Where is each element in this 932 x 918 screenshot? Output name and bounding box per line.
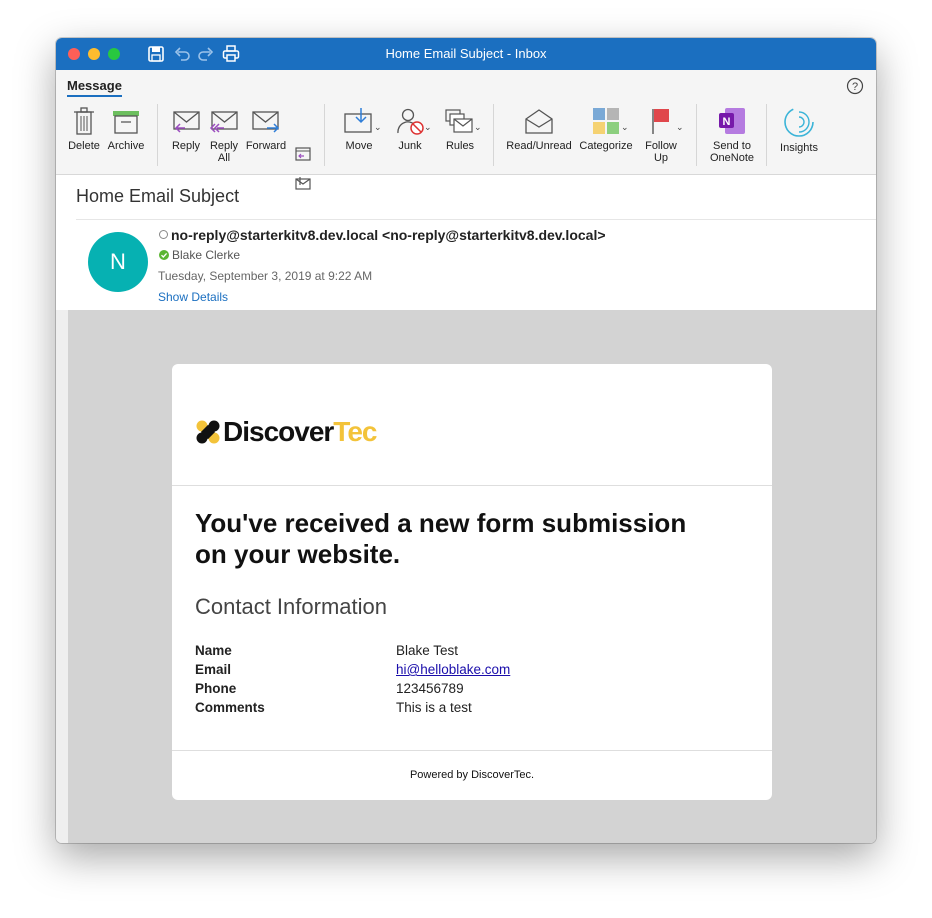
message-subject: Home Email Subject — [76, 186, 240, 206]
insights-icon — [784, 107, 814, 137]
window-title: Home Email Subject - Inbox — [385, 46, 547, 61]
junk-icon — [397, 108, 424, 135]
insights-button[interactable]: Insights — [776, 106, 822, 154]
contact-section-title: Contact Information — [195, 594, 387, 619]
archive-label: Archive — [107, 140, 145, 152]
field-label-name: Name — [195, 643, 232, 658]
field-value-email: hi@helloblake.com — [396, 662, 510, 677]
powered-by-footer: Powered by DiscoverTec. — [409, 769, 535, 781]
forward-label: Forward — [245, 140, 287, 152]
body-left-edge — [56, 310, 68, 843]
ribbon-separator — [696, 104, 697, 166]
reply-button[interactable]: Reply — [168, 106, 204, 152]
sender-address[interactable]: no-reply@starterkitv8.dev.local <no-repl… — [171, 227, 606, 243]
onenote-icon: N — [719, 108, 745, 134]
svg-text:?: ? — [852, 81, 858, 93]
logo-mark-icon — [196, 420, 220, 444]
email-headline: You've received a new form submission on… — [195, 508, 687, 569]
reply-label: Reply — [171, 140, 201, 152]
reply-icon — [173, 111, 200, 133]
field-value-name: Blake Test — [396, 643, 459, 658]
field-label-email: Email — [195, 662, 232, 677]
ribbon-toolbar: Message ? Delete Archive Reply Reply All… — [56, 70, 876, 190]
card-footer-divider — [172, 750, 772, 751]
header-divider — [76, 219, 876, 220]
junk-label: Junk — [398, 140, 422, 152]
insights-label: Insights — [780, 142, 818, 154]
forward-icon — [252, 111, 280, 133]
online-check-icon — [159, 250, 169, 260]
read-unread-label: Read/Unread — [506, 140, 572, 152]
archive-icon — [113, 111, 139, 134]
logo-text-tec: Tec — [333, 416, 377, 447]
forward-button[interactable]: Forward — [244, 106, 288, 152]
open-envelope-icon — [525, 109, 553, 134]
help-icon[interactable]: ? — [846, 77, 864, 95]
follow-up-button[interactable]: Follow Up — [639, 106, 683, 164]
ribbon-separator — [157, 104, 158, 166]
flag-icon — [652, 109, 669, 134]
show-details-link[interactable]: Show Details — [158, 290, 228, 304]
field-value-comments: This is a test — [396, 700, 472, 715]
reply-all-button[interactable]: Reply All — [206, 106, 242, 164]
send-to-onenote-label: Send to OneNote — [709, 140, 755, 164]
delete-label: Delete — [68, 140, 100, 152]
field-value-phone: 123456789 — [396, 681, 464, 696]
message-body: DiscoverTec You've received a new form s… — [56, 310, 876, 843]
tab-message[interactable]: Message — [67, 78, 122, 97]
logo-text-discover: Discover — [223, 416, 334, 447]
mail-window: Home Email Subject - Inbox Message ? Del… — [56, 38, 876, 843]
rules-icon — [445, 109, 473, 133]
chevron-down-icon[interactable]: ⌄ — [676, 122, 684, 133]
ribbon-separator — [766, 104, 767, 166]
recipient-name[interactable]: Blake Clerke — [172, 248, 240, 262]
sender-avatar[interactable]: N — [88, 232, 148, 292]
message-date: Tuesday, September 3, 2019 at 9:22 AM — [158, 269, 373, 283]
move-folder-icon — [344, 108, 372, 133]
ribbon-separator — [493, 104, 494, 166]
email-link[interactable]: hi@helloblake.com — [396, 662, 510, 677]
categorize-label: Categorize — [579, 140, 633, 152]
archive-button[interactable]: Archive — [106, 106, 146, 152]
read-unread-button[interactable]: Read/Unread — [504, 106, 574, 152]
reply-all-label: Reply All — [209, 140, 239, 164]
svg-text:N: N — [723, 116, 731, 128]
move-label: Move — [345, 140, 373, 152]
recipient-line: Blake Clerke — [159, 248, 240, 262]
trash-icon — [74, 107, 94, 135]
send-to-onenote-button[interactable]: N Send to OneNote — [704, 106, 760, 164]
presence-status-icon — [159, 230, 168, 239]
field-label-comments: Comments — [195, 700, 265, 715]
categorize-icon — [593, 108, 619, 134]
chevron-down-icon[interactable]: ⌄ — [474, 122, 482, 133]
chevron-down-icon[interactable]: ⌄ — [374, 122, 382, 133]
meeting-reply-icon[interactable] — [294, 146, 312, 167]
rules-label: Rules — [445, 140, 475, 152]
title-bar: Home Email Subject - Inbox — [56, 38, 876, 70]
attachment-forward-icon[interactable] — [294, 175, 312, 196]
reply-all-icon — [209, 111, 238, 133]
chevron-down-icon[interactable]: ⌄ — [424, 122, 432, 133]
follow-up-label: Follow Up — [645, 140, 677, 164]
email-card: DiscoverTec You've received a new form s… — [172, 364, 772, 800]
chevron-down-icon[interactable]: ⌄ — [621, 122, 629, 133]
delete-button[interactable]: Delete — [66, 106, 102, 152]
field-label-phone: Phone — [195, 681, 237, 696]
logo-wordmark: DiscoverTec — [223, 416, 377, 448]
sender-line: no-reply@starterkitv8.dev.local <no-repl… — [159, 227, 606, 243]
card-divider — [172, 485, 772, 486]
ribbon-separator — [324, 104, 325, 166]
